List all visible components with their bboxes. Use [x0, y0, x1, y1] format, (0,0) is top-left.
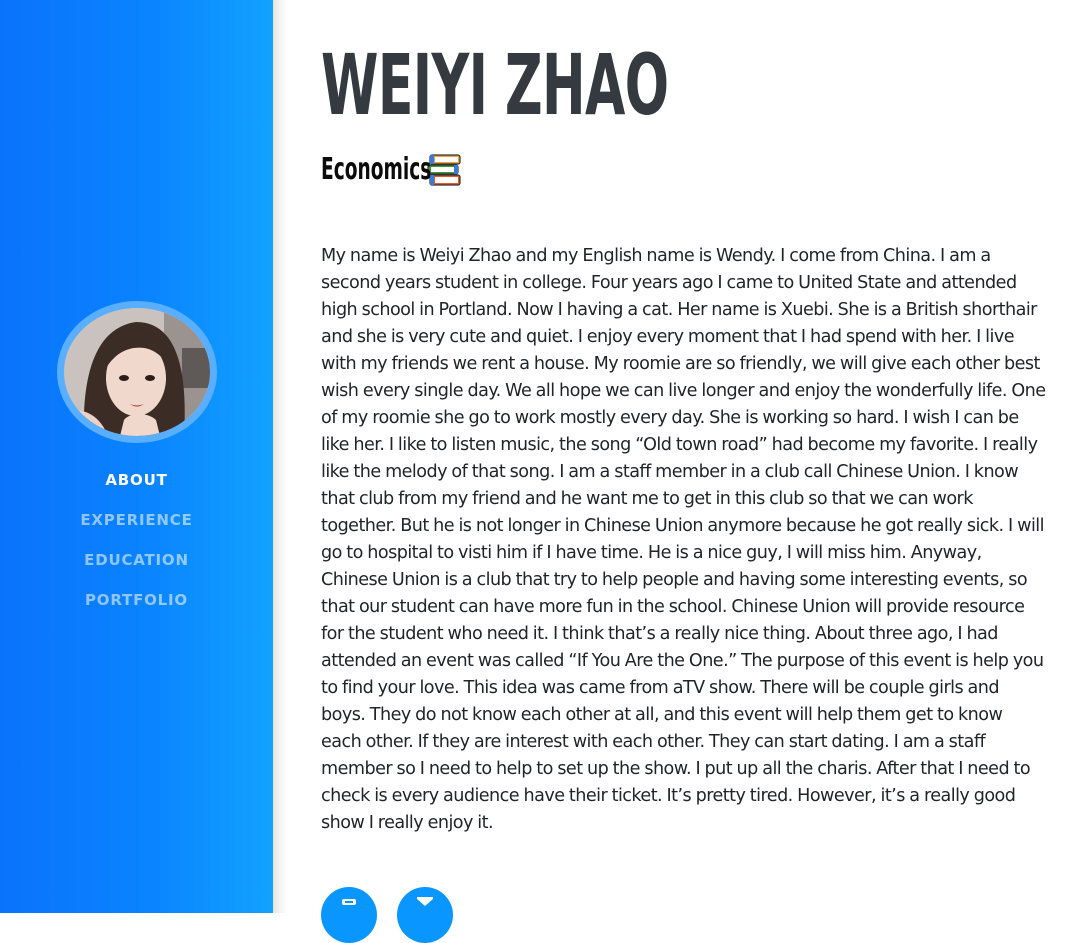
social-icon-1[interactable] — [321, 887, 377, 943]
sidebar: ABOUT EXPERIENCE EDUCATION PORTFOLIO — [0, 0, 273, 913]
nav-link-about[interactable]: ABOUT — [105, 471, 167, 489]
nav-link-portfolio[interactable]: PORTFOLIO — [85, 591, 188, 609]
social-glyph-2 — [417, 897, 433, 906]
nav-link-education[interactable]: EDUCATION — [84, 551, 189, 569]
nav-item-education[interactable]: EDUCATION — [0, 546, 273, 586]
avatar — [64, 308, 210, 436]
sidebar-shadow — [273, 0, 287, 913]
sidebar-nav: ABOUT EXPERIENCE EDUCATION PORTFOLIO — [0, 466, 273, 626]
page-title: WEIYI ZHAO — [321, 36, 669, 134]
nav-item-portfolio[interactable]: PORTFOLIO — [0, 586, 273, 626]
social-glyph-1 — [342, 899, 356, 905]
major-label: Economics — [321, 152, 432, 187]
subtitle: Economics — [321, 150, 463, 190]
avatar-ring — [57, 301, 217, 443]
nav-link-experience[interactable]: EXPERIENCE — [80, 511, 192, 529]
books-icon — [427, 152, 463, 188]
about-bio: My name is Weiyi Zhao and my English nam… — [321, 246, 1046, 833]
nav-item-experience[interactable]: EXPERIENCE — [0, 506, 273, 546]
social-icon-2[interactable] — [397, 887, 453, 943]
nav-item-about[interactable]: ABOUT — [0, 466, 273, 506]
